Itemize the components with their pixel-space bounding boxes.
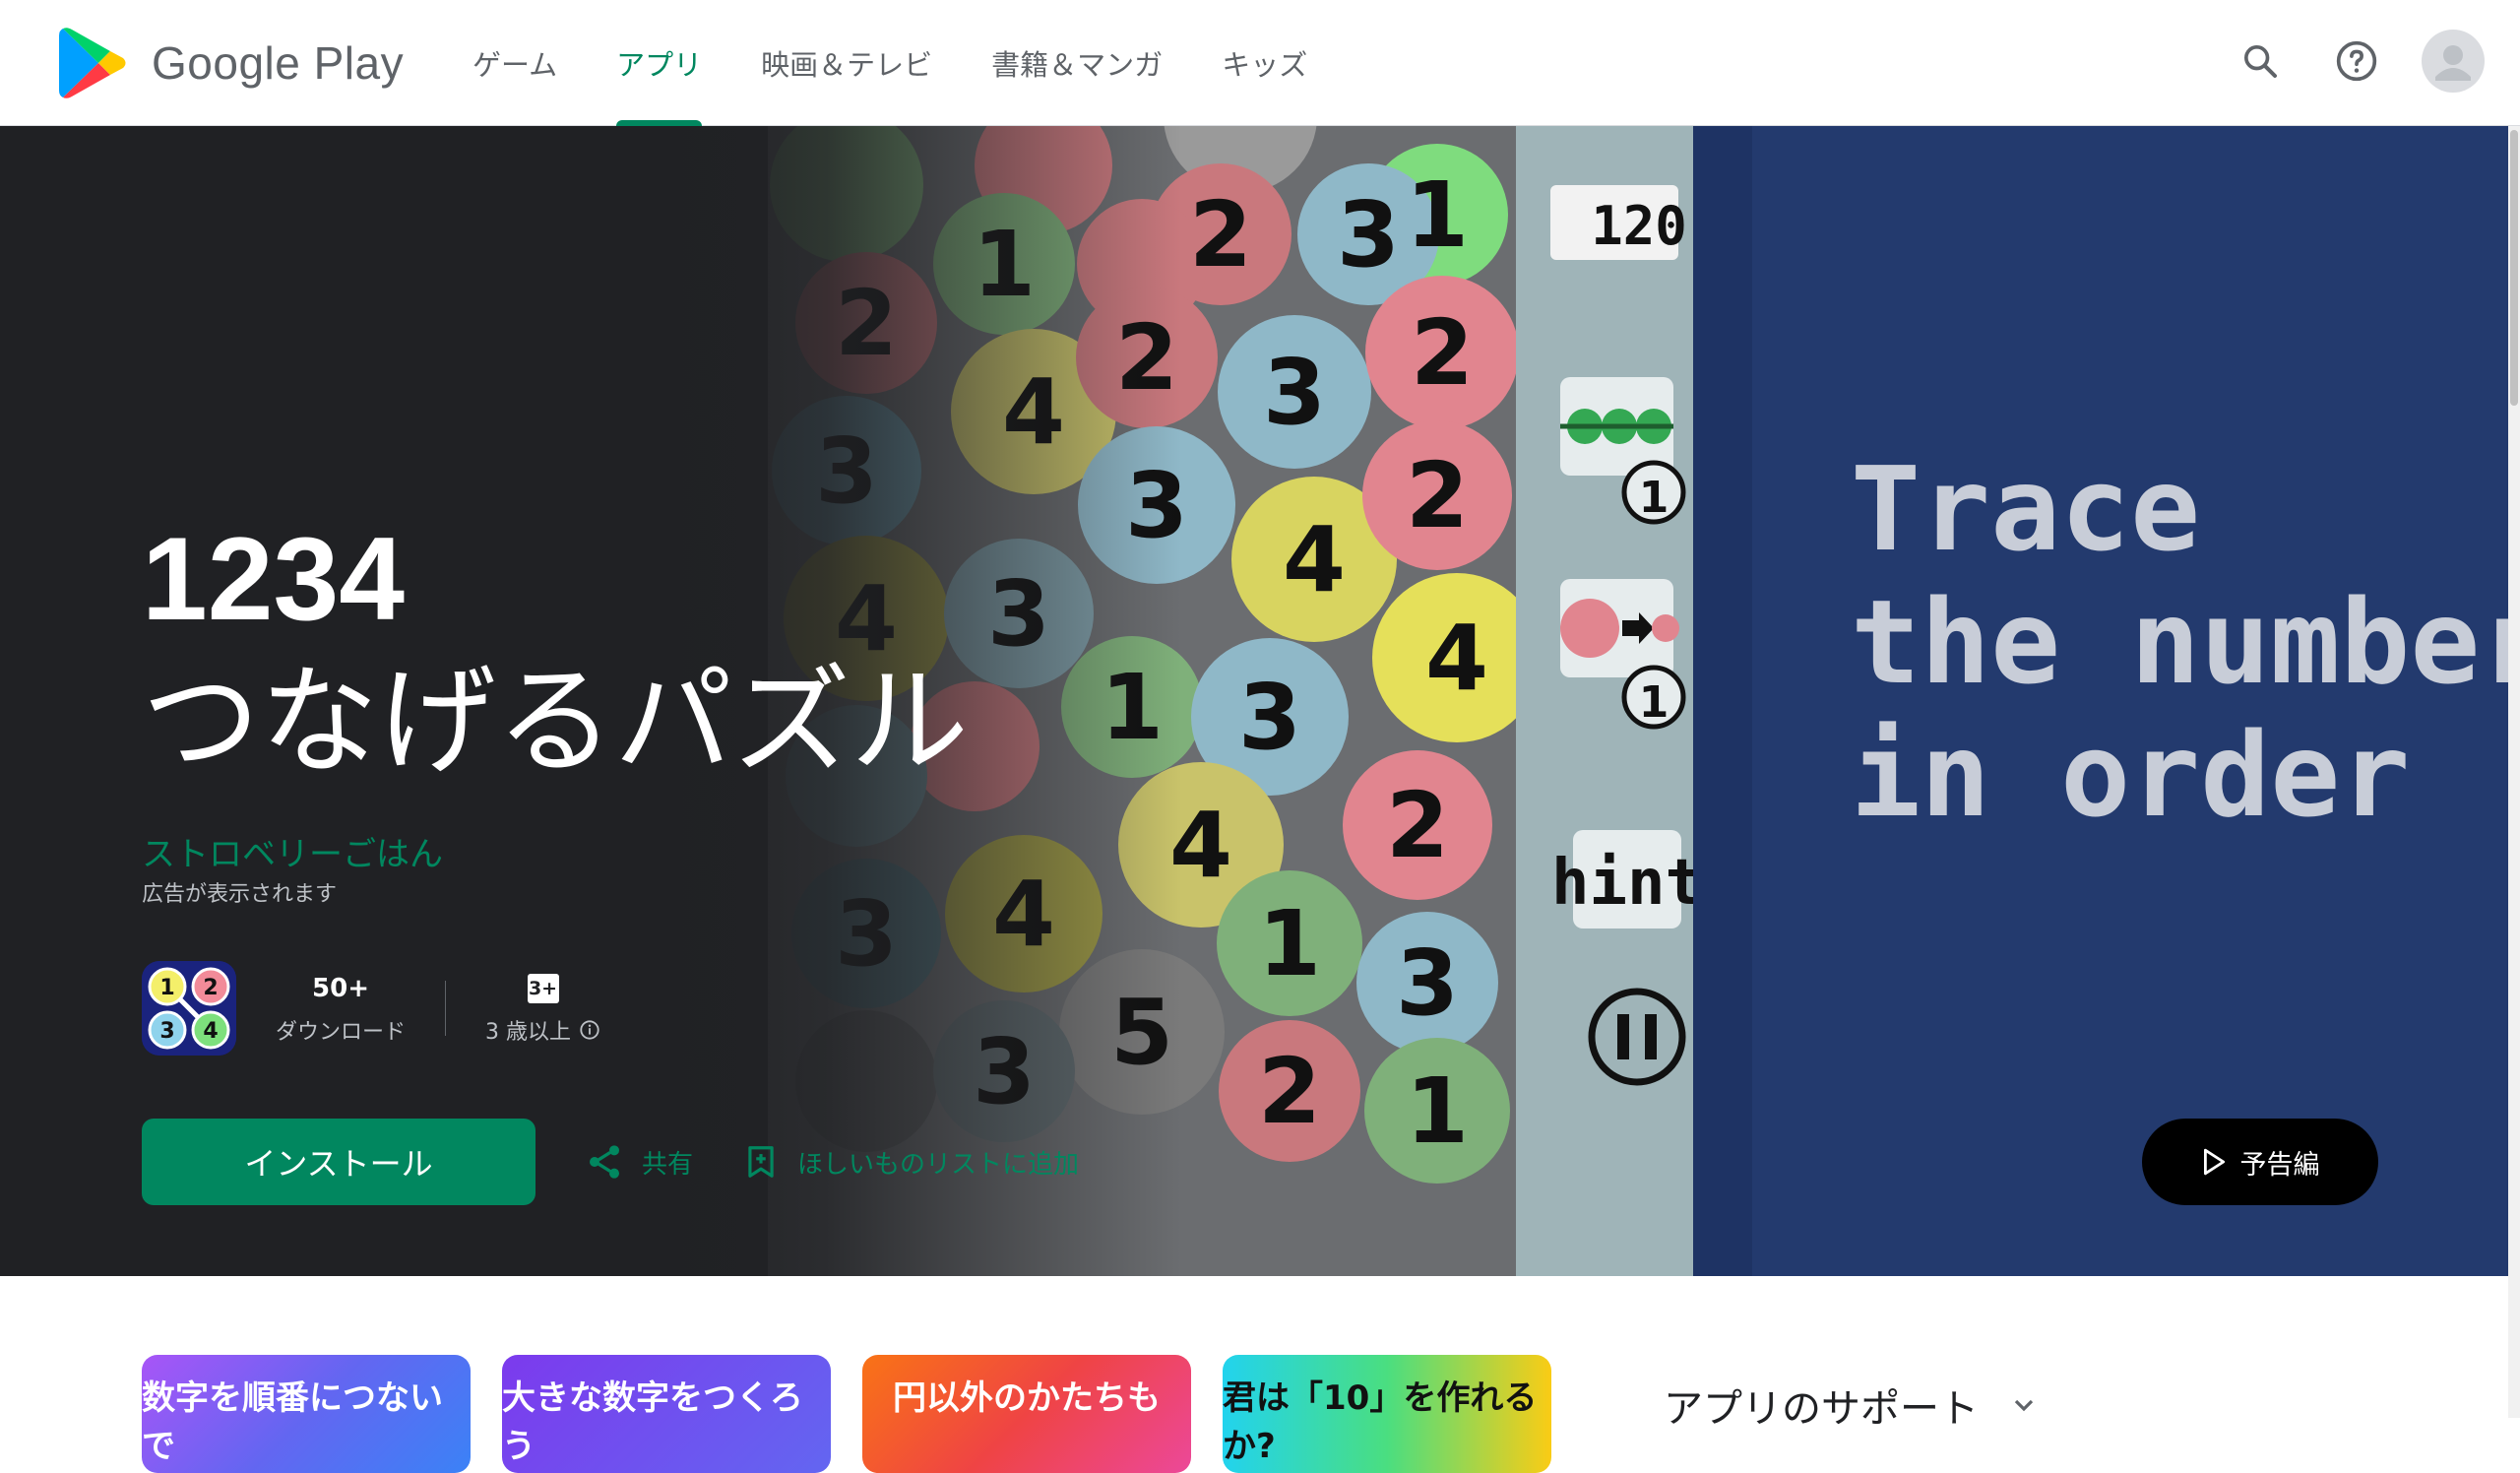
content-rating-badge: 3+ xyxy=(527,974,559,1003)
screenshot-3-caption: 円以外のかたちも xyxy=(893,1378,1161,1418)
svg-text:the numbers: the numbers xyxy=(1851,574,2508,710)
search-button[interactable] xyxy=(2229,30,2292,93)
screenshot-2-caption: 大きな数字をつくろう xyxy=(502,1378,803,1466)
google-play-icon xyxy=(59,28,126,98)
ads-notice: 広告が表示されます xyxy=(142,882,338,907)
app-icon-graphic: 1 2 3 4 xyxy=(142,961,236,1056)
icon-number-4: 4 xyxy=(203,1019,218,1044)
trailer-label: 予告編 xyxy=(2239,1149,2320,1181)
scrollbar-thumb[interactable] xyxy=(2510,130,2518,406)
account-icon xyxy=(2435,45,2471,81)
nav-apps[interactable]: アプリ xyxy=(587,0,731,126)
svg-text:1: 1 xyxy=(1639,677,1670,728)
share-button[interactable]: 共有 xyxy=(585,1142,693,1182)
top-app-bar: Google Play ゲーム アプリ 映画＆テレビ 書籍＆マンガ キッズ xyxy=(0,0,2520,126)
app-title: 1234 つなげるパズル xyxy=(142,510,969,796)
downloads-value: 50+ xyxy=(312,974,369,1003)
bookmark-add-icon xyxy=(748,1146,774,1178)
screenshot-2[interactable]: 大きな数字をつくろう xyxy=(502,1355,831,1473)
icon-number-2: 2 xyxy=(203,976,218,1000)
action-row: インストール 共有 ほしいものリストに追加 xyxy=(142,1119,1079,1205)
help-button[interactable] xyxy=(2325,30,2388,93)
hero-content: 1234 つなげるパズル ストロベリーごはん 広告が表示されます 1 2 3 4… xyxy=(142,126,1421,1276)
icon-number-3: 3 xyxy=(159,1019,174,1044)
info-icon[interactable] xyxy=(579,1019,600,1041)
downloads-stat: 50+ ダウンロード xyxy=(236,971,445,1046)
screenshot-4-caption: 君は「10」を作れるか? xyxy=(1223,1378,1538,1466)
nav-kids-label: キッズ xyxy=(1222,48,1308,82)
content-rating-stat[interactable]: 3+ 3 歳以上 xyxy=(446,971,640,1046)
nav-books-label: 書籍＆マンガ xyxy=(991,48,1164,82)
nav-kids[interactable]: キッズ xyxy=(1192,0,1337,126)
hero-hint: hint xyxy=(1551,847,1703,920)
top-nav: ゲーム アプリ 映画＆テレビ 書籍＆マンガ キッズ xyxy=(443,0,1337,126)
content-rating-label: 3 歳以上 xyxy=(485,1020,572,1045)
nav-games-label: ゲーム xyxy=(472,48,558,82)
nav-games[interactable]: ゲーム xyxy=(443,0,587,126)
screenshot-carousel: 数字を順番につないで 大きな数字をつくろう 円以外のかたちも 君は「10」を作れ… xyxy=(142,1355,1551,1473)
app-support-section[interactable]: アプリのサポート xyxy=(1664,1377,2040,1434)
app-title-line1: 1234 xyxy=(142,513,405,645)
app-stats: 1 2 3 4 50+ ダウンロード 3+ 3 歳以上 xyxy=(142,961,640,1056)
svg-text:1: 1 xyxy=(1639,473,1670,523)
chevron-down-icon xyxy=(2014,1399,2034,1412)
share-label: 共有 xyxy=(642,1149,694,1180)
share-icon xyxy=(590,1145,619,1179)
top-actions xyxy=(2229,30,2485,93)
wishlist-button[interactable]: ほしいものリストに追加 xyxy=(742,1142,1079,1182)
icon-number-1: 1 xyxy=(159,976,174,1000)
developer-link[interactable]: ストロベリーごはん xyxy=(142,827,443,875)
google-play-logo[interactable]: Google Play xyxy=(59,26,404,100)
logo-text: Google Play xyxy=(152,37,405,89)
hero-score: 120 xyxy=(1591,195,1687,257)
trailer-button[interactable]: 予告編 xyxy=(2142,1119,2378,1205)
help-icon xyxy=(2336,40,2377,82)
app-hero: 1 2 3 1 2 2 3 2 4 3 3 4 2 4 3 4 1 3 2 4 … xyxy=(0,126,2508,1276)
screenshot-1-caption: 数字を順番につないで xyxy=(142,1378,443,1466)
app-support-label: アプリのサポート xyxy=(1664,1386,1979,1432)
svg-text:4: 4 xyxy=(1425,606,1488,711)
svg-text:Trace: Trace xyxy=(1851,441,2200,577)
downloads-label: ダウンロード xyxy=(276,1020,407,1045)
screenshot-3[interactable]: 円以外のかたちも xyxy=(862,1355,1191,1473)
screenshot-1[interactable]: 数字を順番につないで xyxy=(142,1355,471,1473)
app-title-line2: つなげるパズル xyxy=(142,656,969,788)
nav-movies-tv-label: 映画＆テレビ xyxy=(761,48,933,82)
search-icon xyxy=(2244,45,2277,78)
wishlist-label: ほしいものリストに追加 xyxy=(797,1149,1080,1180)
nav-books[interactable]: 書籍＆マンガ xyxy=(962,0,1192,126)
screenshot-4[interactable]: 君は「10」を作れるか? xyxy=(1223,1355,1551,1473)
page-scrollbar[interactable] xyxy=(2508,126,2520,1418)
account-avatar[interactable] xyxy=(2422,30,2485,93)
play-icon xyxy=(2203,1148,2225,1176)
nav-movies-tv[interactable]: 映画＆テレビ xyxy=(731,0,962,126)
install-button[interactable]: インストール xyxy=(142,1119,536,1205)
app-icon: 1 2 3 4 xyxy=(142,961,236,1056)
nav-apps-label: アプリ xyxy=(616,48,703,82)
svg-text:in order: in order xyxy=(1851,707,2410,843)
